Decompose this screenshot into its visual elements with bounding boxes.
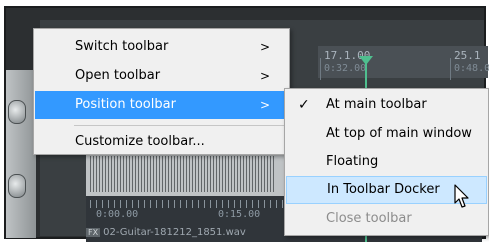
ruler-tick xyxy=(450,58,451,80)
ruler-marker-label: 25.1 xyxy=(454,49,481,62)
menu-item-label: Floating xyxy=(326,154,379,169)
submenu-item-at-main-toolbar[interactable]: ✓ At main toolbar xyxy=(286,91,487,119)
timeline-label: 0:00.00 xyxy=(96,209,139,220)
menu-item-label: In Toolbar Docker xyxy=(327,182,440,197)
submenu-item-floating[interactable]: Floating xyxy=(286,148,487,176)
menu-item-switch-toolbar[interactable]: Switch toolbar > xyxy=(35,33,288,61)
track-pan-knob[interactable] xyxy=(8,174,26,198)
timeline-ticks xyxy=(90,200,290,208)
menu-item-open-toolbar[interactable]: Open toolbar > xyxy=(35,62,288,90)
ruler-tick xyxy=(320,58,321,80)
position-toolbar-submenu: ✓ At main toolbar At top of main window … xyxy=(284,88,489,236)
submenu-arrow-icon: > xyxy=(259,69,270,83)
menu-item-label: Position toolbar xyxy=(75,97,176,112)
menu-item-label: At top of main window xyxy=(326,126,472,141)
track-panel-strip xyxy=(6,70,36,238)
menu-item-label: Close toolbar xyxy=(326,211,412,226)
ruler-marker-time: 0:48.0 xyxy=(454,63,489,74)
submenu-item-at-top-of-main-window[interactable]: At top of main window xyxy=(286,120,487,148)
fx-badge[interactable]: FX xyxy=(86,228,101,237)
mouse-pointer-icon xyxy=(454,184,469,208)
menu-item-label: Customize toolbar... xyxy=(75,134,205,149)
track-volume-knob[interactable] xyxy=(8,100,26,124)
menu-separator xyxy=(74,125,287,126)
timeline-label: 0:15.00 xyxy=(218,209,261,220)
media-item-name: FX 02-Guitar-181212_1851.wav xyxy=(86,227,246,238)
playhead-marker[interactable] xyxy=(359,56,373,65)
menu-item-position-toolbar[interactable]: Position toolbar > xyxy=(35,91,288,119)
menu-item-label: Open toolbar xyxy=(75,68,161,83)
menu-item-label: At main toolbar xyxy=(326,97,427,112)
submenu-arrow-icon: > xyxy=(259,40,270,54)
waveform xyxy=(90,156,276,192)
checkmark-icon: ✓ xyxy=(298,97,310,113)
toolbar-context-menu: Switch toolbar > Open toolbar > Position… xyxy=(33,28,290,155)
media-item-filename: 02-Guitar-181212_1851.wav xyxy=(103,227,246,238)
submenu-arrow-icon: > xyxy=(259,98,270,112)
menu-item-label: Switch toolbar xyxy=(75,39,169,54)
menu-item-customize-toolbar[interactable]: Customize toolbar... xyxy=(35,128,288,156)
